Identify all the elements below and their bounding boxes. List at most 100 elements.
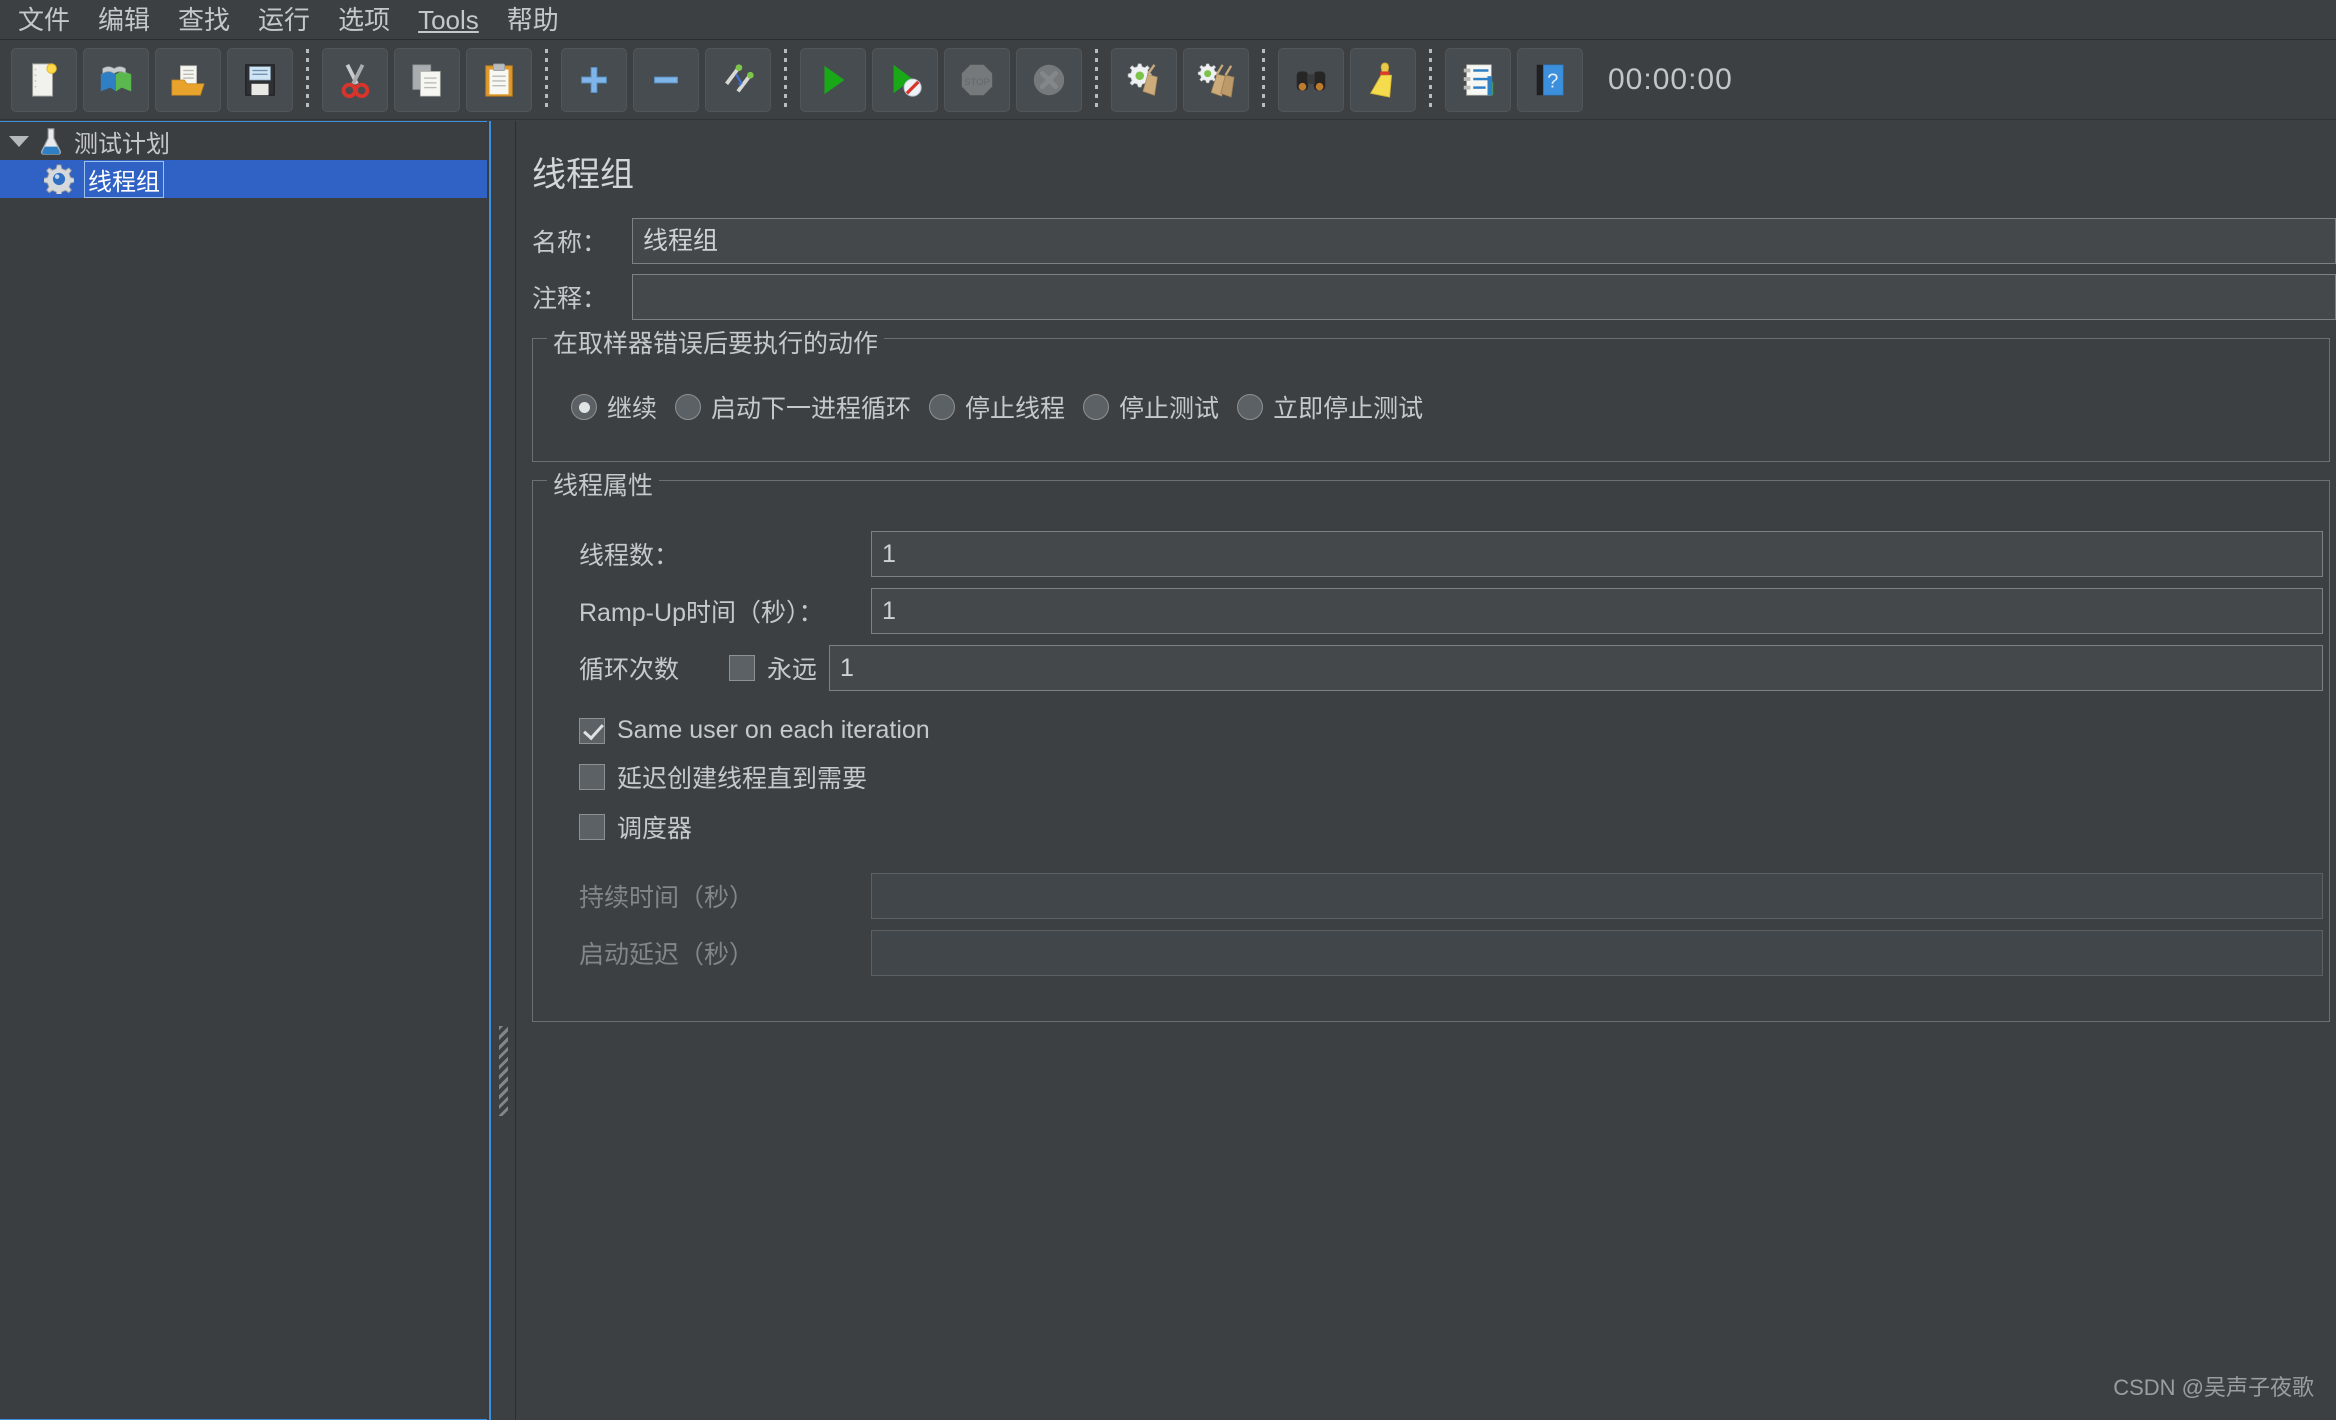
copy-button[interactable] xyxy=(394,48,460,112)
startup-delay-row: 启动延迟（秒） xyxy=(533,930,2323,976)
radio-mark-icon[interactable] xyxy=(675,394,701,420)
reset-search-button[interactable] xyxy=(1350,48,1416,112)
radio-start-next-loop[interactable]: 启动下一进程循环 xyxy=(675,389,911,425)
radio-continue[interactable]: 继续 xyxy=(571,389,657,425)
panel-splitter[interactable] xyxy=(493,121,515,1420)
copy-pages-icon xyxy=(408,61,446,99)
clear-button[interactable] xyxy=(1111,48,1177,112)
sampler-error-action-title: 在取样器错误后要执行的动作 xyxy=(547,324,884,360)
name-input[interactable]: 线程组 xyxy=(632,218,2336,264)
cut-button[interactable] xyxy=(322,48,388,112)
delay-create-checkbox-row[interactable]: 延迟创建线程直到需要 xyxy=(533,759,2329,795)
duration-input[interactable] xyxy=(871,873,2323,919)
tree-expand-toggle-icon[interactable] xyxy=(6,128,32,154)
scissors-icon xyxy=(336,61,374,99)
open-button[interactable] xyxy=(155,48,221,112)
scheduler-label: 调度器 xyxy=(617,809,692,845)
broom-yellow-icon xyxy=(1364,61,1402,99)
thread-properties-group: 线程属性 线程数： 1 Ramp-Up时间（秒）： 1 循环次数 永远 1 xyxy=(532,480,2330,1022)
plus-icon xyxy=(575,61,613,99)
save-floppy-icon xyxy=(241,61,279,99)
scheduler-checkbox-row[interactable]: 调度器 xyxy=(533,809,2329,845)
checkbox-mark-icon[interactable] xyxy=(729,655,755,681)
toolbar-separator-2 xyxy=(545,49,548,111)
gear-icon xyxy=(44,164,74,194)
menu-help[interactable]: 帮助 xyxy=(493,1,573,39)
menu-options[interactable]: 选项 xyxy=(324,1,404,39)
same-user-checkbox-row[interactable]: Same user on each iteration xyxy=(533,716,2329,745)
clear-all-button[interactable] xyxy=(1183,48,1249,112)
sampler-error-action-radios: 继续 启动下一进程循环 停止线程 停止测试 立即停止测试 xyxy=(533,375,2329,435)
shutdown-button[interactable] xyxy=(1016,48,1082,112)
menu-tools[interactable]: Tools xyxy=(404,1,493,39)
loop-count-row: 循环次数 永远 1 xyxy=(533,645,2323,691)
function-helper-icon xyxy=(1459,61,1497,99)
radio-label: 启动下一进程循环 xyxy=(711,389,911,425)
ramp-up-input[interactable]: 1 xyxy=(871,588,2323,634)
function-helper-button[interactable] xyxy=(1445,48,1511,112)
stop-button[interactable]: STOP xyxy=(944,48,1010,112)
sampler-error-action-group: 在取样器错误后要执行的动作 继续 启动下一进程循环 停止线程 停止测试 xyxy=(532,338,2330,462)
toggle-icon xyxy=(719,61,757,99)
work-area: 测试计划 线程组 线程组 名称： 线程组 注释： xyxy=(0,121,2336,1420)
radio-stop-thread[interactable]: 停止线程 xyxy=(929,389,1065,425)
num-threads-input[interactable]: 1 xyxy=(871,531,2323,577)
tree-node-label: 测试计划 xyxy=(74,124,170,159)
toolbar-separator-3 xyxy=(784,49,787,111)
comment-input[interactable] xyxy=(632,274,2336,320)
comment-label: 注释： xyxy=(532,279,632,315)
elapsed-timer: 00:00:00 xyxy=(1608,63,1733,97)
tree-node-thread-group[interactable]: 线程组 xyxy=(0,160,487,198)
test-plan-tree[interactable]: 测试计划 线程组 xyxy=(0,121,487,1420)
duration-label: 持续时间（秒） xyxy=(579,878,871,914)
menu-edit[interactable]: 编辑 xyxy=(84,1,164,39)
help-button[interactable]: ? xyxy=(1517,48,1583,112)
loop-count-input[interactable]: 1 xyxy=(829,645,2323,691)
checkbox-mark-icon[interactable] xyxy=(579,718,605,744)
name-field-row: 名称： 线程组 xyxy=(532,218,2336,264)
radio-mark-icon[interactable] xyxy=(929,394,955,420)
toolbar-separator-1 xyxy=(306,49,309,111)
radio-mark-icon[interactable] xyxy=(1237,394,1263,420)
checkbox-mark-icon[interactable] xyxy=(579,814,605,840)
start-button[interactable] xyxy=(800,48,866,112)
forever-label: 永远 xyxy=(767,650,817,686)
minus-icon xyxy=(647,61,685,99)
radio-stop-test[interactable]: 停止测试 xyxy=(1083,389,1219,425)
menu-run[interactable]: 运行 xyxy=(244,1,324,39)
duration-row: 持续时间（秒） xyxy=(533,873,2323,919)
play-green-icon xyxy=(814,61,852,99)
radio-mark-icon[interactable] xyxy=(571,394,597,420)
page-title: 线程组 xyxy=(532,147,2336,196)
comment-field-row: 注释： xyxy=(532,274,2336,320)
forever-checkbox[interactable]: 永远 xyxy=(729,650,817,686)
save-button[interactable] xyxy=(227,48,293,112)
thread-group-config-panel: 线程组 名称： 线程组 注释： 在取样器错误后要执行的动作 继续 启动下一进程循… xyxy=(515,121,2336,1420)
radio-mark-icon[interactable] xyxy=(1083,394,1109,420)
expand-all-button[interactable] xyxy=(561,48,627,112)
toolbar-separator-4 xyxy=(1095,49,1098,111)
tree-node-test-plan[interactable]: 测试计划 xyxy=(0,122,487,160)
radio-stop-test-now[interactable]: 立即停止测试 xyxy=(1237,389,1423,425)
new-file-icon xyxy=(25,61,63,99)
tree-node-label: 线程组 xyxy=(84,161,164,198)
start-no-pauses-button[interactable] xyxy=(872,48,938,112)
menu-file[interactable]: 文件 xyxy=(4,1,84,39)
startup-delay-input[interactable] xyxy=(871,930,2323,976)
toolbar-separator-6 xyxy=(1429,49,1432,111)
radio-label: 继续 xyxy=(607,389,657,425)
paste-button[interactable] xyxy=(466,48,532,112)
delay-create-label: 延迟创建线程直到需要 xyxy=(617,759,867,795)
search-button[interactable] xyxy=(1278,48,1344,112)
splitter-grip-icon[interactable] xyxy=(499,1026,508,1116)
flask-icon xyxy=(36,126,66,156)
templates-button[interactable] xyxy=(83,48,149,112)
toggle-button[interactable] xyxy=(705,48,771,112)
checkbox-mark-icon[interactable] xyxy=(579,764,605,790)
radio-label: 立即停止测试 xyxy=(1273,389,1423,425)
new-test-plan-button[interactable] xyxy=(11,48,77,112)
watermark: CSDN @吴声子夜歌 xyxy=(2113,1370,2314,1402)
menu-bar: 文件 编辑 查找 运行 选项 Tools 帮助 xyxy=(0,0,2336,40)
collapse-all-button[interactable] xyxy=(633,48,699,112)
menu-search[interactable]: 查找 xyxy=(164,1,244,39)
